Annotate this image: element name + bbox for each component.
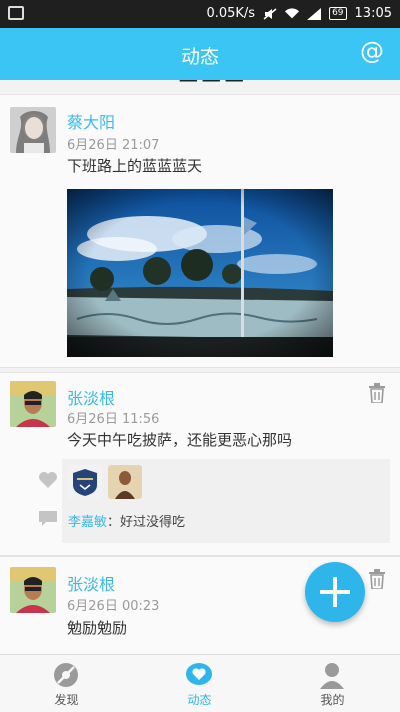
tab-discover[interactable]: 发现 (0, 655, 133, 712)
trash-icon[interactable] (368, 569, 386, 589)
battery-indicator: 69 (329, 7, 347, 20)
post-card: 蔡大阳 6月26日 21:07 下班路上的蓝蓝蓝天 (0, 94, 400, 368)
post-photo[interactable] (67, 189, 333, 357)
comment-text: 好过没得吃 (120, 515, 186, 530)
add-post-button[interactable] (305, 562, 365, 622)
likes-comments-panel: 李嘉敏：好过没得吃 (62, 459, 390, 543)
signal-icon (307, 7, 322, 20)
author-name[interactable]: 张淡根 (67, 571, 115, 595)
post-time: 6月26日 00:23 (67, 599, 160, 614)
author-name[interactable]: 蔡大阳 (67, 109, 115, 133)
tab-label: 发现 (54, 693, 79, 707)
avatar[interactable] (10, 567, 56, 613)
top-nav-bar: 动态 @ (0, 28, 400, 80)
at-icon[interactable]: @ (360, 37, 384, 65)
tab-label: 动态 (187, 693, 212, 707)
liker-avatar[interactable] (108, 465, 142, 499)
comment-separator: ： (107, 515, 121, 530)
comment-row[interactable]: 李嘉敏：好过没得吃 (68, 511, 185, 530)
clock: 13:05 (354, 6, 392, 21)
wifi-icon (285, 7, 300, 18)
trash-icon[interactable] (368, 383, 386, 403)
tab-feed[interactable]: 动态 (133, 655, 266, 712)
tab-profile[interactable]: 我的 (266, 655, 399, 712)
feed-icon (186, 663, 212, 685)
page-title: 动态 (180, 46, 219, 68)
post-time: 6月26日 11:56 (67, 412, 160, 427)
post-time: 6月26日 21:07 (67, 138, 160, 153)
network-speed: 0.05K/s (206, 6, 256, 21)
status-right: 0.05K/s 69 13:05 (206, 6, 392, 21)
tab-label: 我的 (320, 693, 345, 707)
pull-refresh-indicator: ▀▀▀ (0, 80, 400, 94)
profile-icon (320, 663, 344, 689)
heart-icon[interactable] (38, 471, 58, 489)
liker-avatar[interactable] (68, 465, 102, 499)
post-card: 张淡根 6月26日 11:56 今天中午吃披萨，还能更恶心那吗 李嘉敏：好过没得… (0, 372, 400, 556)
comment-author[interactable]: 李嘉敏 (68, 515, 107, 530)
bottom-tab-bar: 发现 动态 我的 (0, 654, 400, 712)
post-text: 下班路上的蓝蓝蓝天 (67, 157, 203, 175)
plus-icon-bar (320, 590, 350, 594)
avatar[interactable] (10, 381, 56, 427)
post-text: 今天中午吃披萨，还能更恶心那吗 (67, 431, 293, 449)
author-name[interactable]: 张淡根 (67, 385, 115, 409)
comment-icon[interactable] (38, 510, 58, 526)
discover-icon (54, 663, 78, 687)
image-notification-icon (8, 6, 24, 20)
post-text: 勉励勉励 (67, 619, 128, 637)
status-bar: 0.05K/s 69 13:05 (0, 0, 400, 28)
avatar[interactable] (10, 107, 56, 153)
mute-icon (263, 7, 277, 20)
